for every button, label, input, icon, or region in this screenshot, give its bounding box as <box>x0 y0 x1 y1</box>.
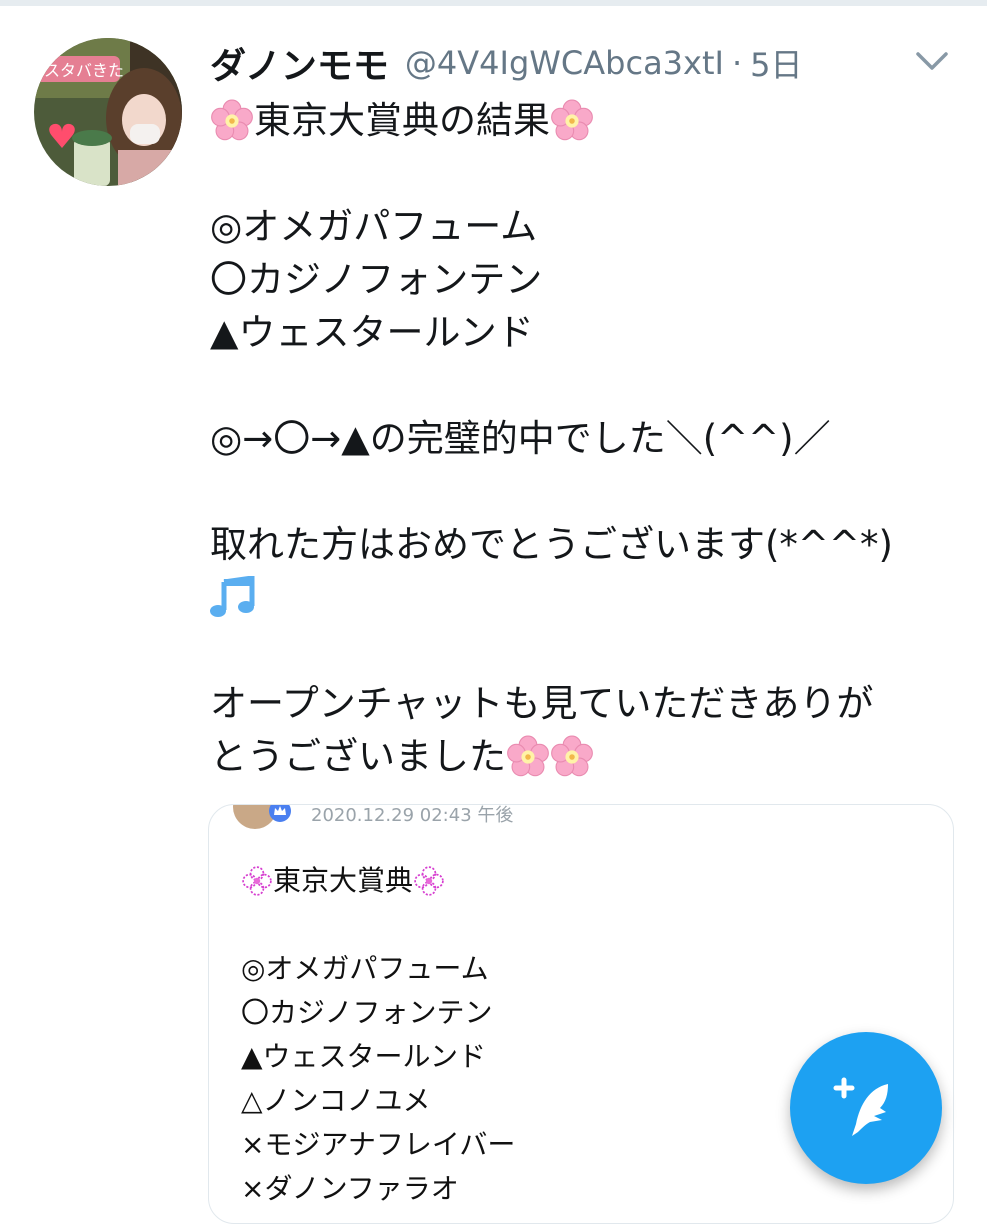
crown-badge-icon <box>269 805 291 822</box>
compose-tweet-icon <box>833 1077 888 1136</box>
congrats-line: 取れた方はおめでとうございます(*^^*) <box>210 523 893 566</box>
thanks-line: オープンチャットも見ていただきありが <box>210 682 874 725</box>
cherry-blossom-icon <box>506 735 550 779</box>
music-line <box>210 571 970 624</box>
thanks-text: とうございました <box>210 735 506 778</box>
top-divider <box>0 0 987 6</box>
pick-line: ◎オメガパフューム <box>210 205 538 248</box>
flower-icon <box>413 865 445 897</box>
quoted-pick: ◎オメガパフューム <box>241 952 489 985</box>
compose-tweet-button[interactable] <box>790 1032 942 1184</box>
result-line: ◎→〇→▲の完璧的中でした＼(^^)／ <box>210 417 831 460</box>
quoted-title: 東京大賞典 <box>273 864 414 897</box>
musical-notes-icon <box>210 575 255 617</box>
cherry-blossom-icon <box>550 735 594 779</box>
avatar-photo: スタバきた <box>34 38 182 186</box>
avatar-sticker-text: スタバきた <box>44 61 124 80</box>
flower-icon <box>241 865 273 897</box>
quoted-pick: 〇カジノフォンテン <box>241 996 493 1029</box>
avatar[interactable]: スタバきた <box>34 38 182 186</box>
tweet-header: ダノンモモ @4V4IgWCAbca3xtI · 5日 <box>210 38 970 88</box>
quoted-date: 2020.12.29 02:43 午後 <box>311 805 514 826</box>
chevron-down-icon[interactable] <box>912 44 952 80</box>
pick-line: ▲ウェスタールンド <box>210 311 534 354</box>
tweet-title: 東京大賞典の結果 <box>254 99 550 142</box>
tweet-title-line: 東京大賞典の結果 <box>210 94 970 147</box>
pick-line: 〇カジノフォンテン <box>210 258 543 301</box>
cherry-blossom-icon <box>210 99 254 143</box>
cherry-blossom-icon <box>550 99 594 143</box>
header-separator: · <box>731 44 743 82</box>
thanks-line-end: とうございました <box>210 730 970 783</box>
display-name[interactable]: ダノンモモ <box>210 37 389 89</box>
tweet-body: 東京大賞典の結果 ◎オメガパフューム 〇カジノフォンテン ▲ウェスタールンド ◎… <box>210 94 970 783</box>
user-handle[interactable]: @4V4IgWCAbca3xtI <box>405 44 724 82</box>
quoted-header: 2020.12.29 02:43 午後 <box>233 805 514 829</box>
quoted-title-line: 東京大賞典 <box>241 859 941 903</box>
tweet-timestamp[interactable]: 5日 <box>750 40 802 86</box>
